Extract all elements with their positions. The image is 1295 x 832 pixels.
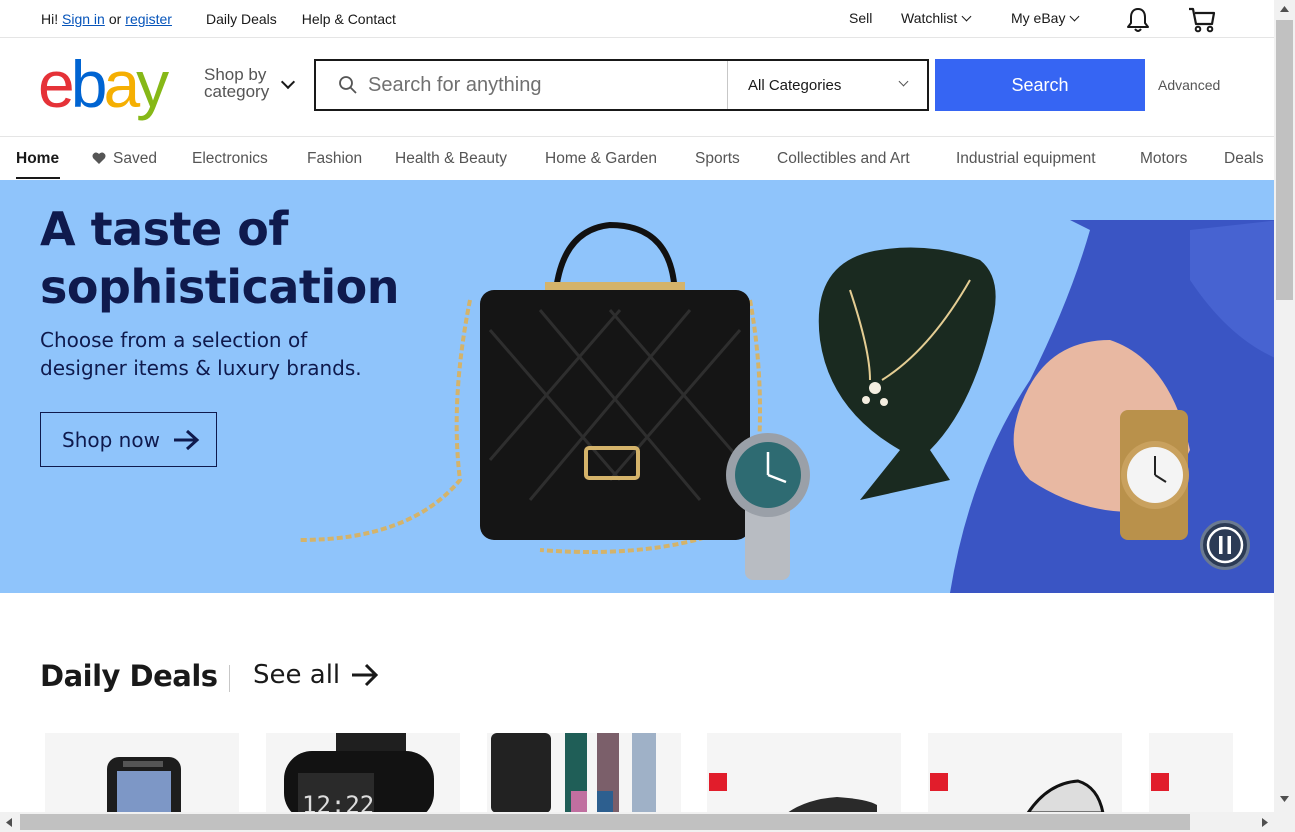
- search-icon: [338, 75, 358, 100]
- my-ebay-label: My eBay: [1011, 10, 1066, 26]
- nav-item-fashion[interactable]: Fashion: [307, 150, 362, 168]
- category-nav: Home Saved Electronics Fashion Health & …: [0, 136, 1274, 180]
- sell-link[interactable]: Sell: [849, 10, 872, 26]
- product-image: 12:22: [284, 733, 434, 813]
- nav-item-home-garden[interactable]: Home & Garden: [545, 150, 657, 168]
- product-image: [709, 773, 877, 813]
- scroll-left-icon[interactable]: [6, 818, 12, 827]
- deal-card[interactable]: [707, 733, 901, 813]
- shop-by-category[interactable]: Shop by category: [204, 66, 269, 100]
- search-button[interactable]: Search: [935, 59, 1145, 111]
- daily-deals-link[interactable]: Daily Deals: [206, 11, 277, 27]
- nav-item-collectibles-art[interactable]: Collectibles and Art: [777, 150, 910, 168]
- product-image: [930, 773, 1105, 813]
- nav-item-industrial-equipment[interactable]: Industrial equipment: [956, 150, 1096, 168]
- sign-in-link[interactable]: Sign in: [62, 11, 105, 27]
- nav-item-health-beauty[interactable]: Health & Beauty: [395, 150, 507, 168]
- chevron-down-icon[interactable]: [280, 74, 296, 90]
- deal-card[interactable]: 12:22: [266, 733, 460, 813]
- scroll-up-icon[interactable]: [1280, 6, 1289, 12]
- bell-icon[interactable]: [1125, 6, 1151, 37]
- watchlist-label: Watchlist: [901, 10, 958, 26]
- top-utility-bar: Hi! Sign in or register Daily Deals Help &…: [0, 0, 1274, 38]
- nav-item-electronics[interactable]: Electronics: [192, 150, 268, 168]
- nav-item-saved[interactable]: Saved: [92, 150, 157, 168]
- svg-text:12:22: 12:22: [302, 791, 374, 813]
- pause-icon: [1206, 526, 1244, 564]
- deal-card[interactable]: [928, 733, 1122, 813]
- scroll-right-icon[interactable]: [1262, 818, 1268, 827]
- nav-item-motors[interactable]: Motors: [1140, 150, 1187, 168]
- divider: [229, 665, 230, 692]
- header: ebay Shop by category All Categories Sea…: [0, 39, 1274, 136]
- shop-now-label: Shop now: [62, 427, 160, 452]
- search-bar: All Categories: [314, 59, 929, 111]
- product-image: [107, 757, 181, 813]
- product-image: [1151, 773, 1169, 791]
- chevron-down-icon: [961, 11, 972, 21]
- arrow-right-icon: [173, 429, 200, 450]
- daily-deals-heading: Daily Deals: [40, 659, 218, 693]
- vertical-scrollbar-thumb[interactable]: [1276, 20, 1293, 300]
- watchlist-menu[interactable]: Watchlist: [901, 10, 972, 26]
- greeting-text: Hi!: [41, 11, 59, 27]
- product-image: [491, 733, 656, 813]
- shop-by-line2: category: [204, 82, 270, 101]
- advanced-search-link[interactable]: Advanced: [1158, 77, 1220, 93]
- horizontal-scrollbar-thumb[interactable]: [20, 814, 1190, 830]
- ebay-logo[interactable]: ebay: [38, 51, 169, 117]
- vertical-scrollbar[interactable]: [1274, 0, 1295, 812]
- category-select-value: All Categories: [748, 77, 842, 94]
- deal-card[interactable]: [45, 733, 239, 813]
- arrow-right-icon: [352, 663, 379, 687]
- chevron-down-icon: [1070, 11, 1080, 21]
- shop-by-line1: Shop by: [204, 65, 267, 84]
- shop-now-button[interactable]: Shop now: [40, 412, 217, 467]
- top-left-links: Hi! Sign in or register Daily Deals Help &…: [41, 11, 396, 27]
- my-ebay-menu[interactable]: My eBay: [1011, 10, 1080, 26]
- hero-product-image: [299, 220, 1274, 593]
- see-all-label: See all: [253, 660, 341, 690]
- pause-button[interactable]: [1200, 520, 1250, 570]
- scroll-down-icon[interactable]: [1280, 796, 1289, 802]
- category-select[interactable]: All Categories: [727, 61, 927, 109]
- deal-card[interactable]: [487, 733, 681, 813]
- or-text: or: [108, 11, 122, 27]
- search-input[interactable]: [368, 71, 718, 99]
- register-link[interactable]: register: [125, 11, 172, 27]
- see-all-link[interactable]: See all: [253, 660, 380, 690]
- chevron-down-icon: [898, 76, 909, 87]
- cart-icon[interactable]: [1187, 6, 1217, 37]
- nav-item-home[interactable]: Home: [16, 150, 59, 168]
- nav-item-deals[interactable]: Deals: [1224, 150, 1264, 168]
- help-contact-link[interactable]: Help & Contact: [302, 11, 396, 27]
- heart-icon: [92, 152, 106, 164]
- hero-banner: A taste of sophistication Choose from a …: [0, 180, 1274, 593]
- nav-item-saved-label: Saved: [113, 150, 157, 167]
- active-tab-indicator: [16, 177, 60, 179]
- deal-card[interactable]: [1149, 733, 1233, 813]
- nav-item-sports[interactable]: Sports: [695, 150, 740, 168]
- horizontal-scrollbar[interactable]: [0, 812, 1295, 832]
